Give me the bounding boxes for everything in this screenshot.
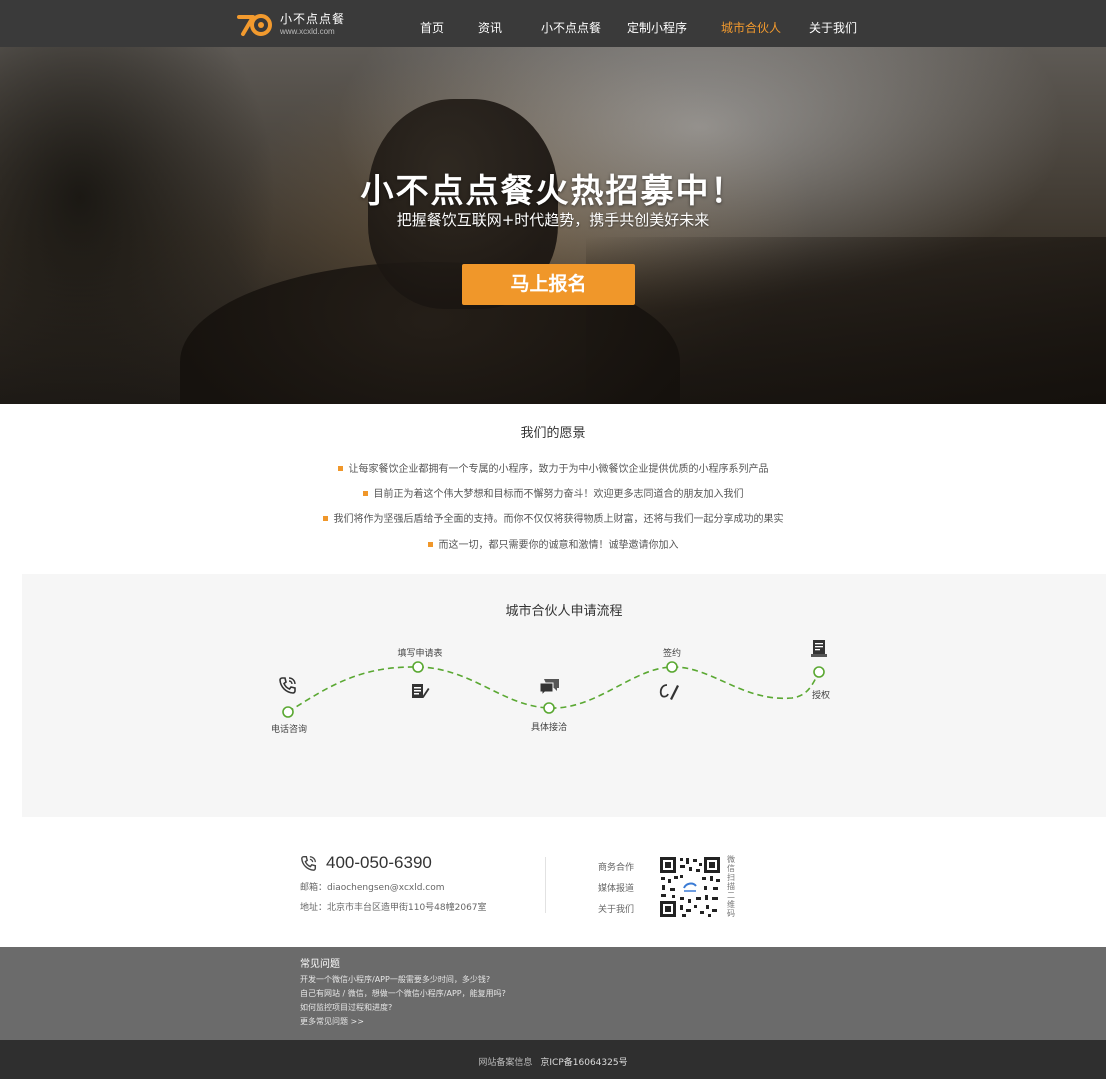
nav-item-about[interactable]: 关于我们: [809, 19, 857, 36]
phone-icon: [279, 677, 296, 694]
wechat-qr-code: [658, 855, 722, 919]
step-node: [543, 702, 555, 714]
footer-icp[interactable]: 京ICP备16064325号: [540, 1058, 627, 1068]
hero-banner: 小不点点餐火热招募中！ 把握餐饮互联网+时代趋势，携手共创美好未来 马上报名: [0, 47, 1106, 404]
step-label: 填写申请表: [397, 649, 443, 659]
form-edit-icon: [412, 684, 430, 698]
faq-more-link[interactable]: 更多常见问题 >>: [300, 1016, 364, 1027]
vision-item-text: 目前正为着这个伟大梦想和目标而不懈努力奋斗！欢迎更多志同道合的朋友加入我们: [373, 489, 744, 500]
step-label: 授权: [811, 691, 831, 701]
brand-name: 小不点点餐: [280, 11, 346, 26]
brand-logo[interactable]: 小不点点餐 www.xcxld.com: [236, 8, 345, 40]
phone-number: 400-050-6390: [326, 853, 432, 872]
top-navigation-bar: 小不点点餐 www.xcxld.com 首页 资讯 小不点点餐 定制小程序 城市…: [0, 0, 1106, 47]
footer-record-label[interactable]: 网站备案信息: [478, 1058, 532, 1068]
link-business[interactable]: 商务合作: [598, 860, 634, 873]
qr-caption: 微信扫描二维码: [727, 855, 735, 918]
link-media[interactable]: 媒体报道: [598, 881, 634, 894]
hero-title: 小不点点餐火热招募中！: [360, 171, 746, 210]
vision-item-text: 而这一切，都只需要你的诚意和激情！诚挚邀请你加入: [438, 540, 679, 551]
faq-item[interactable]: 如何监控项目过程和进度?: [300, 1002, 392, 1013]
nav-item-home[interactable]: 首页: [420, 19, 444, 36]
certificate-icon: [811, 640, 827, 657]
faq-section: 常见问题 开发一个微信小程序/APP一般需要多少时间，多少钱? 自己有网站 / …: [0, 947, 1106, 1040]
nav-item-city-partner[interactable]: 城市合伙人: [721, 19, 781, 36]
contact-section: 400-050-6390 邮箱：diaochengsen@xcxld.com 地…: [0, 817, 1106, 947]
step-node: [666, 661, 678, 673]
partner-process-section: 城市合伙人申请流程 电话咨询 填写申请表 具体接洽 签约 授权: [22, 574, 1106, 817]
step-node: [282, 706, 294, 718]
contact-divider: [545, 857, 546, 913]
footer: 网站备案信息 京ICP备16064325号: [0, 1040, 1106, 1079]
contact-address: 地址：北京市丰台区造甲街110号48幢2067室: [300, 903, 487, 913]
faq-title: 常见问题: [300, 959, 340, 970]
signup-button[interactable]: 马上报名: [462, 264, 635, 305]
contact-email: 邮箱：diaochengsen@xcxld.com: [300, 883, 445, 893]
vision-title: 我们的愿景: [520, 426, 586, 441]
process-path: [282, 661, 825, 718]
step-label: 电话咨询: [270, 725, 308, 735]
nav-item-news[interactable]: 资讯: [478, 19, 502, 36]
step-label: 具体接洽: [530, 723, 568, 733]
vision-item: 我们将作为坚强后盾给予全面的支持。而你不仅仅将获得物质上财富，还将与我们一起分享…: [0, 510, 1106, 525]
phone-row: 400-050-6390: [300, 853, 432, 873]
step-node: [412, 661, 424, 673]
bullet-icon: [337, 465, 343, 471]
vision-item-text: 让每家餐饮企业都拥有一个专属的小程序，致力于为中小微餐饮企业提供优质的小程序系列…: [348, 464, 769, 475]
sign-pen-icon: [659, 684, 679, 700]
brand-url: www.xcxld.com: [280, 26, 335, 36]
vision-item: 目前正为着这个伟大梦想和目标而不懈努力奋斗！欢迎更多志同道合的朋友加入我们: [0, 485, 1106, 500]
faq-item[interactable]: 开发一个微信小程序/APP一般需要多少时间，多少钱?: [300, 974, 490, 985]
step-label: 签约: [662, 649, 682, 659]
logo-mark-icon: [237, 14, 272, 36]
link-about[interactable]: 关于我们: [598, 902, 634, 915]
bullet-icon: [427, 541, 433, 547]
footer-record: 网站备案信息 京ICP备16064325号: [0, 1055, 1106, 1068]
vision-item: 而这一切，都只需要你的诚意和激情！诚挚邀请你加入: [0, 536, 1106, 551]
nav-item-custom-miniprogram[interactable]: 定制小程序: [627, 19, 687, 36]
phone-icon: [301, 855, 317, 871]
step-node: [813, 666, 825, 678]
chat-icon: [539, 679, 559, 696]
hero-subtitle: 把握餐饮互联网+时代趋势，携手共创美好未来: [396, 211, 710, 229]
vision-item-text: 我们将作为坚强后盾给予全面的支持。而你不仅仅将获得物质上财富，还将与我们一起分享…: [333, 514, 784, 525]
bullet-icon: [322, 515, 328, 521]
nav-item-product[interactable]: 小不点点餐: [541, 19, 601, 36]
faq-item[interactable]: 自己有网站 / 微信，想做一个微信小程序/APP，能复用吗?: [300, 988, 506, 999]
bullet-icon: [362, 490, 368, 496]
vision-item: 让每家餐饮企业都拥有一个专属的小程序，致力于为中小微餐饮企业提供优质的小程序系列…: [0, 460, 1106, 475]
